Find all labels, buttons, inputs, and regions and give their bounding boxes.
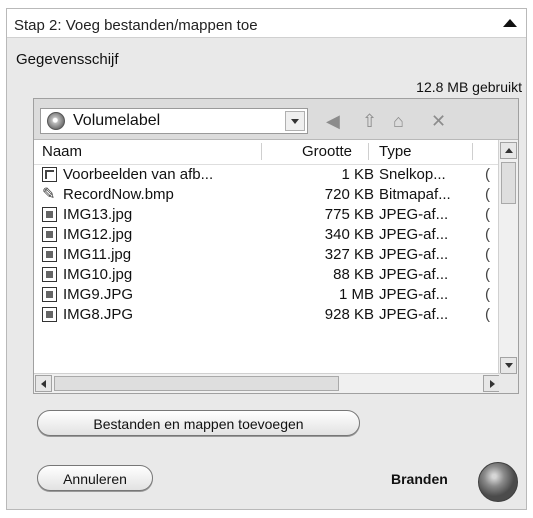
browser-toolbar: Volumelabel ◀ ⇧ ⌂ ✕ (34, 99, 518, 140)
file-extra: ( (485, 266, 490, 283)
file-type: JPEG-af... (379, 286, 449, 303)
column-separator[interactable] (261, 143, 262, 160)
delete-icon[interactable]: ✕ (431, 111, 446, 132)
file-name: IMG10.jpg (63, 266, 133, 283)
collapse-icon[interactable] (503, 19, 517, 27)
file-size: 327 KB (324, 246, 374, 263)
file-size: 88 KB (333, 266, 374, 283)
file-size: 720 KB (324, 186, 374, 203)
list-item[interactable]: IMG11.jpg 327 KB JPEG-af... ( (34, 245, 499, 265)
file-extra: ( (485, 306, 490, 323)
bitmap-file-icon (42, 184, 57, 204)
scroll-right-icon[interactable] (483, 375, 500, 392)
disc-icon (47, 112, 65, 130)
file-type: JPEG-af... (379, 206, 449, 223)
scroll-corner (499, 374, 518, 393)
back-icon[interactable]: ◀ (326, 111, 340, 132)
wizard-panel: Stap 2: Voeg bestanden/mappen toe Gegeve… (6, 8, 527, 510)
new-folder-icon[interactable]: ⌂ (393, 111, 404, 132)
scroll-up-icon[interactable] (500, 142, 517, 159)
up-folder-icon[interactable]: ⇧ (362, 111, 377, 132)
volume-select[interactable]: Volumelabel (40, 108, 308, 134)
list-item[interactable]: IMG8.JPG 928 KB JPEG-af... ( (34, 305, 499, 325)
scroll-down-icon[interactable] (500, 357, 517, 374)
file-name: IMG8.JPG (63, 306, 134, 323)
file-size: 1 MB (338, 286, 374, 303)
file-name: Voorbeelden van afb... (63, 166, 214, 183)
file-extra: ( (485, 186, 490, 203)
file-browser: Volumelabel ◀ ⇧ ⌂ ✕ Naam Grootte Type Vo… (33, 98, 519, 394)
file-name: IMG9.JPG (63, 286, 134, 303)
list-item[interactable]: IMG12.jpg 340 KB JPEG-af... ( (34, 225, 499, 245)
column-separator[interactable] (472, 143, 473, 160)
file-extra: ( (485, 286, 490, 303)
image-file-icon (42, 287, 57, 302)
section-label: Gegevensschijf (16, 51, 119, 68)
file-type: JPEG-af... (379, 226, 449, 243)
step-title: Stap 2: Voeg bestanden/mappen toe (14, 17, 258, 34)
file-extra: ( (485, 166, 490, 183)
file-name: IMG11.jpg (63, 246, 132, 263)
list-item[interactable]: Voorbeelden van afb... 1 KB Snelkop... ( (34, 165, 499, 185)
scroll-thumb[interactable] (54, 376, 339, 391)
vertical-scrollbar[interactable] (498, 140, 518, 376)
image-file-icon (42, 247, 57, 262)
shortcut-file-icon (42, 167, 57, 182)
image-file-icon (42, 307, 57, 322)
column-separator[interactable] (368, 143, 369, 160)
list-item[interactable]: RecordNow.bmp 720 KB Bitmapaf... ( (34, 184, 499, 205)
file-extra: ( (485, 206, 490, 223)
scroll-left-icon[interactable] (35, 375, 52, 392)
file-type: Bitmapaf... (379, 186, 451, 203)
image-file-icon (42, 207, 57, 222)
file-type: JPEG-af... (379, 266, 449, 283)
file-list: Voorbeelden van afb... 1 KB Snelkop... (… (34, 165, 499, 374)
column-header: Naam Grootte Type (34, 140, 499, 165)
burn-button[interactable] (478, 462, 518, 502)
cancel-button[interactable]: Annuleren (37, 465, 153, 491)
image-file-icon (42, 267, 57, 282)
horizontal-scrollbar[interactable] (34, 373, 501, 393)
file-extra: ( (485, 226, 490, 243)
file-name: IMG12.jpg (63, 226, 133, 243)
burn-label: Branden (391, 471, 448, 487)
add-files-button[interactable]: Bestanden en mappen toevoegen (37, 410, 360, 436)
volume-label: Volumelabel (73, 112, 161, 129)
file-name: IMG13.jpg (63, 206, 133, 223)
file-name: RecordNow.bmp (63, 186, 174, 203)
list-item[interactable]: IMG13.jpg 775 KB JPEG-af... ( (34, 205, 499, 225)
image-file-icon (42, 227, 57, 242)
file-size: 1 KB (341, 166, 374, 183)
file-size: 775 KB (324, 206, 374, 223)
column-name[interactable]: Naam (42, 143, 82, 160)
file-extra: ( (485, 246, 490, 263)
column-size[interactable]: Grootte (302, 143, 352, 160)
scroll-thumb[interactable] (501, 162, 516, 204)
step-header[interactable]: Stap 2: Voeg bestanden/mappen toe (7, 9, 526, 38)
file-size: 340 KB (324, 226, 374, 243)
file-type: JPEG-af... (379, 246, 449, 263)
list-item[interactable]: IMG9.JPG 1 MB JPEG-af... ( (34, 285, 499, 305)
list-item[interactable]: IMG10.jpg 88 KB JPEG-af... ( (34, 265, 499, 285)
file-type: Snelkop... (379, 166, 446, 183)
usage-text: 12.8 MB gebruikt (416, 79, 522, 95)
chevron-down-icon[interactable] (285, 111, 305, 131)
file-type: JPEG-af... (379, 306, 449, 323)
file-size: 928 KB (324, 306, 374, 323)
column-type[interactable]: Type (379, 143, 412, 160)
